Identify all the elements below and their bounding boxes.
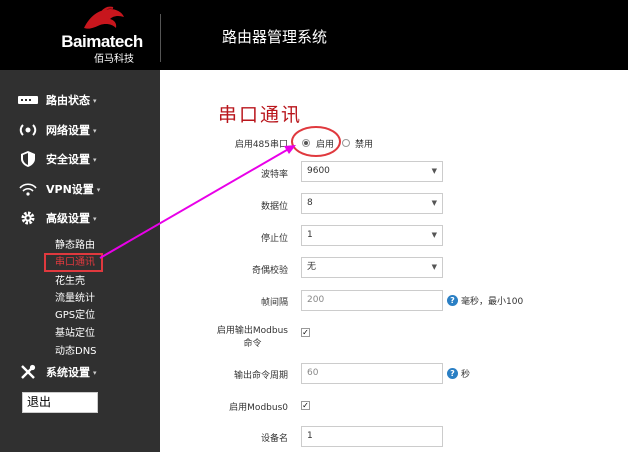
annotation-arrow <box>99 145 296 259</box>
